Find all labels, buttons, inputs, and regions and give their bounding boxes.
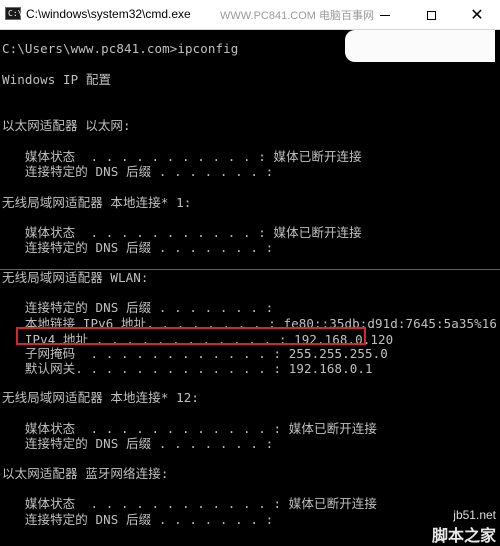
watermark-site: jb51.net	[453, 508, 496, 522]
console-line: 无线局域网适配器 本地连接* 12:	[2, 390, 199, 405]
console-line: 连接特定的 DNS 后缀 . . . . . . . :	[2, 240, 274, 255]
top-watermark: WWW.PC841.COM 电脑百事网	[220, 10, 375, 22]
watermark-name: 脚本之家	[431, 526, 496, 545]
minimize-button[interactable]	[362, 0, 408, 30]
minimize-icon	[380, 14, 390, 16]
ipv4-highlight-box	[16, 327, 366, 345]
console-line: 默认网关. . . . . . . . . . . . . : 192.168.…	[2, 361, 373, 376]
divider-line	[0, 269, 500, 270]
close-button[interactable]: ✕	[454, 0, 500, 30]
console-line: 连接特定的 DNS 后缀 . . . . . . . :	[2, 512, 274, 527]
console-line: 无线局域网适配器 本地连接* 1:	[2, 195, 192, 210]
console-line: 连接特定的 DNS 后缀 . . . . . . . :	[2, 164, 274, 179]
console-line: 以太网适配器 以太网:	[2, 118, 131, 133]
console-output[interactable]: C:\Users\www.pc841.com>ipconfig Windows …	[0, 30, 500, 546]
bottom-watermark: jb51.net 脚本之家	[408, 508, 500, 546]
console-line: C:\Users\www.pc841.com>ipconfig	[2, 41, 239, 56]
console-line: 连接特定的 DNS 后缀 . . . . . . . :	[2, 436, 274, 451]
title-bar[interactable]: C:\ C:\windows\system32\cmd.exe WWW.PC84…	[0, 0, 500, 30]
window-title: C:\windows\system32\cmd.exe	[26, 7, 191, 21]
close-icon: ✕	[470, 5, 484, 24]
cmd-icon: C:\	[5, 7, 22, 20]
white-overlay	[345, 30, 495, 62]
maximize-button[interactable]	[408, 0, 454, 30]
console-line: Windows IP 配置	[2, 72, 112, 87]
maximize-icon	[426, 10, 436, 20]
console-line: 无线局域网适配器 WLAN:	[2, 270, 149, 285]
console-line: 以太网适配器 蓝牙网络连接:	[2, 466, 169, 481]
